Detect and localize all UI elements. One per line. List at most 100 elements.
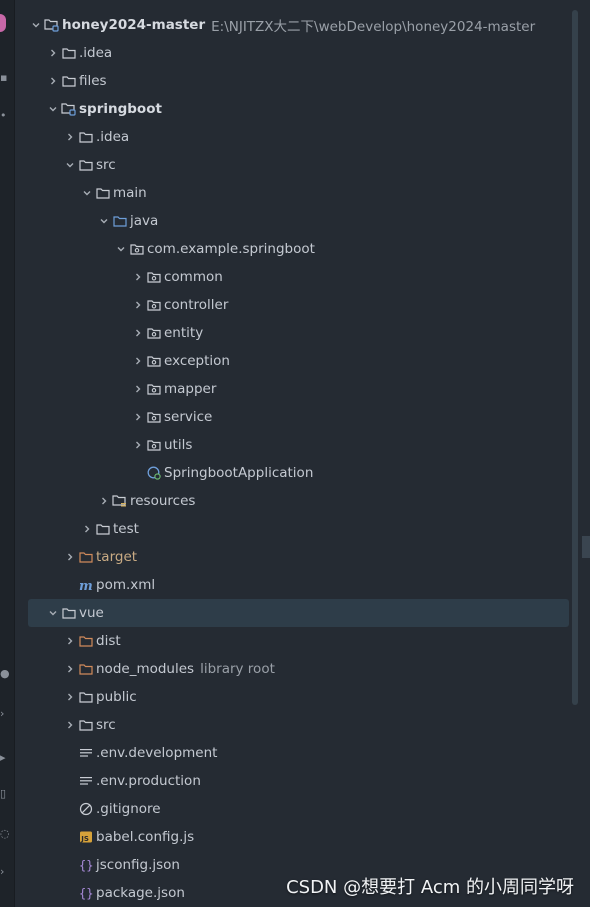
chevron-right-icon[interactable] (130, 263, 146, 291)
tree-item-label: controller (164, 297, 229, 313)
excluded-folder-icon (78, 543, 94, 571)
chevron-right-icon[interactable] (130, 291, 146, 319)
avatar[interactable] (0, 14, 6, 32)
tree-item[interactable]: .idea (28, 39, 569, 67)
chevron-down-icon[interactable] (45, 95, 61, 123)
folder-icon (95, 179, 111, 207)
tree-item[interactable]: springboot (28, 95, 569, 123)
tree-item-label: node_modules (96, 661, 195, 677)
tree-item[interactable]: main (28, 179, 569, 207)
structure-icon[interactable]: • (0, 110, 7, 122)
project-tree[interactable]: honey2024-master E:\NJITZX大二下\webDevelop\… (16, 0, 571, 907)
svg-text:{}: {} (79, 859, 93, 873)
chevron-down-icon[interactable] (96, 207, 112, 235)
svg-text:m: m (79, 579, 93, 592)
tree-item[interactable]: service (28, 403, 569, 431)
svg-text:{}: {} (79, 887, 93, 901)
tree-item[interactable]: target (28, 543, 569, 571)
chevron-right-icon[interactable] (130, 431, 146, 459)
chevron-right-icon[interactable] (130, 319, 146, 347)
tree-item[interactable]: files (28, 67, 569, 95)
tree-item-label: .idea (96, 129, 130, 145)
tree-item[interactable]: mapper (28, 375, 569, 403)
chevron-right-icon[interactable] (79, 515, 95, 543)
json-file-icon: {} (78, 879, 94, 907)
chevron-right-icon[interactable] (45, 39, 61, 67)
tree-item-label: .idea (79, 45, 113, 61)
bookmark-icon[interactable]: ▪ (0, 72, 7, 84)
chevron-right-icon[interactable] (62, 683, 78, 711)
chevron-right-icon[interactable] (96, 487, 112, 515)
resources-folder-icon (112, 487, 128, 515)
tree-item[interactable]: honey2024-master E:\NJITZX大二下\webDevelop\… (28, 11, 569, 39)
tree-item-label: SpringbootApplication (164, 465, 314, 481)
tree-item-label: mapper (164, 381, 217, 397)
tree-item-label: common (164, 269, 223, 285)
excluded-folder-icon (78, 627, 94, 655)
todo-icon[interactable]: › (0, 866, 4, 878)
tree-item-label: src (96, 157, 116, 173)
tree-item-hint: library root (200, 661, 275, 677)
tree-item[interactable]: SpringbootApplication (28, 459, 569, 487)
chevron-right-icon[interactable] (62, 123, 78, 151)
folder-icon (95, 515, 111, 543)
package-icon (146, 431, 162, 459)
git-icon[interactable]: › (0, 708, 4, 720)
package-icon (129, 235, 145, 263)
tree-item[interactable]: common (28, 263, 569, 291)
problems-icon[interactable]: ◌ (0, 828, 10, 840)
folder-icon (61, 39, 77, 67)
tree-item[interactable]: public (28, 683, 569, 711)
tree-item[interactable]: src (28, 711, 569, 739)
terminal-icon[interactable]: ▯ (0, 788, 6, 800)
tree-item[interactable]: .idea (28, 123, 569, 151)
tree-item[interactable]: vue (28, 599, 569, 627)
tree-item[interactable]: .env.production (28, 767, 569, 795)
vertical-scrollbar[interactable] (572, 10, 578, 705)
tree-item[interactable]: m pom.xml (28, 571, 569, 599)
tree-item[interactable]: controller (28, 291, 569, 319)
tree-item[interactable]: .env.development (28, 739, 569, 767)
chevron-down-icon[interactable] (62, 151, 78, 179)
tree-item-label: honey2024-master (62, 17, 206, 33)
tree-item[interactable]: resources (28, 487, 569, 515)
tree-item-label: .env.production (96, 773, 201, 789)
tree-item-label: jsconfig.json (96, 857, 180, 873)
chevron-right-icon[interactable] (45, 67, 61, 95)
tree-item[interactable]: JS babel.config.js (28, 823, 569, 851)
package-icon (146, 319, 162, 347)
tree-item[interactable]: dist (28, 627, 569, 655)
chevron-right-icon[interactable] (62, 711, 78, 739)
tree-item[interactable]: utils (28, 431, 569, 459)
module-folder-icon (44, 11, 60, 39)
tree-item-label: files (79, 73, 107, 89)
chevron-right-icon[interactable] (62, 627, 78, 655)
services-icon[interactable]: ● (0, 668, 10, 680)
chevron-right-icon[interactable] (130, 403, 146, 431)
tree-item[interactable]: .gitignore (28, 795, 569, 823)
svg-text:JS: JS (80, 835, 89, 843)
tree-item[interactable]: com.example.springboot (28, 235, 569, 263)
chevron-right-icon[interactable] (130, 347, 146, 375)
run-icon[interactable]: ▸ (0, 752, 6, 764)
chevron-right-icon[interactable] (130, 375, 146, 403)
tree-item[interactable]: node_modules library root (28, 655, 569, 683)
tree-item[interactable]: java (28, 207, 569, 235)
package-icon (146, 291, 162, 319)
tree-item[interactable]: src (28, 151, 569, 179)
tree-item-label: .env.development (96, 745, 218, 761)
tree-item[interactable]: entity (28, 319, 569, 347)
folder-icon (61, 599, 77, 627)
tree-item-label: exception (164, 353, 230, 369)
chevron-down-icon[interactable] (45, 599, 61, 627)
chevron-down-icon[interactable] (28, 11, 44, 39)
chevron-down-icon[interactable] (113, 235, 129, 263)
chevron-right-icon[interactable] (62, 655, 78, 683)
folder-icon (78, 711, 94, 739)
tree-item[interactable]: exception (28, 347, 569, 375)
tree-item-label: dist (96, 633, 121, 649)
chevron-right-icon[interactable] (62, 543, 78, 571)
folder-icon (78, 123, 94, 151)
chevron-down-icon[interactable] (79, 179, 95, 207)
tree-item[interactable]: test (28, 515, 569, 543)
